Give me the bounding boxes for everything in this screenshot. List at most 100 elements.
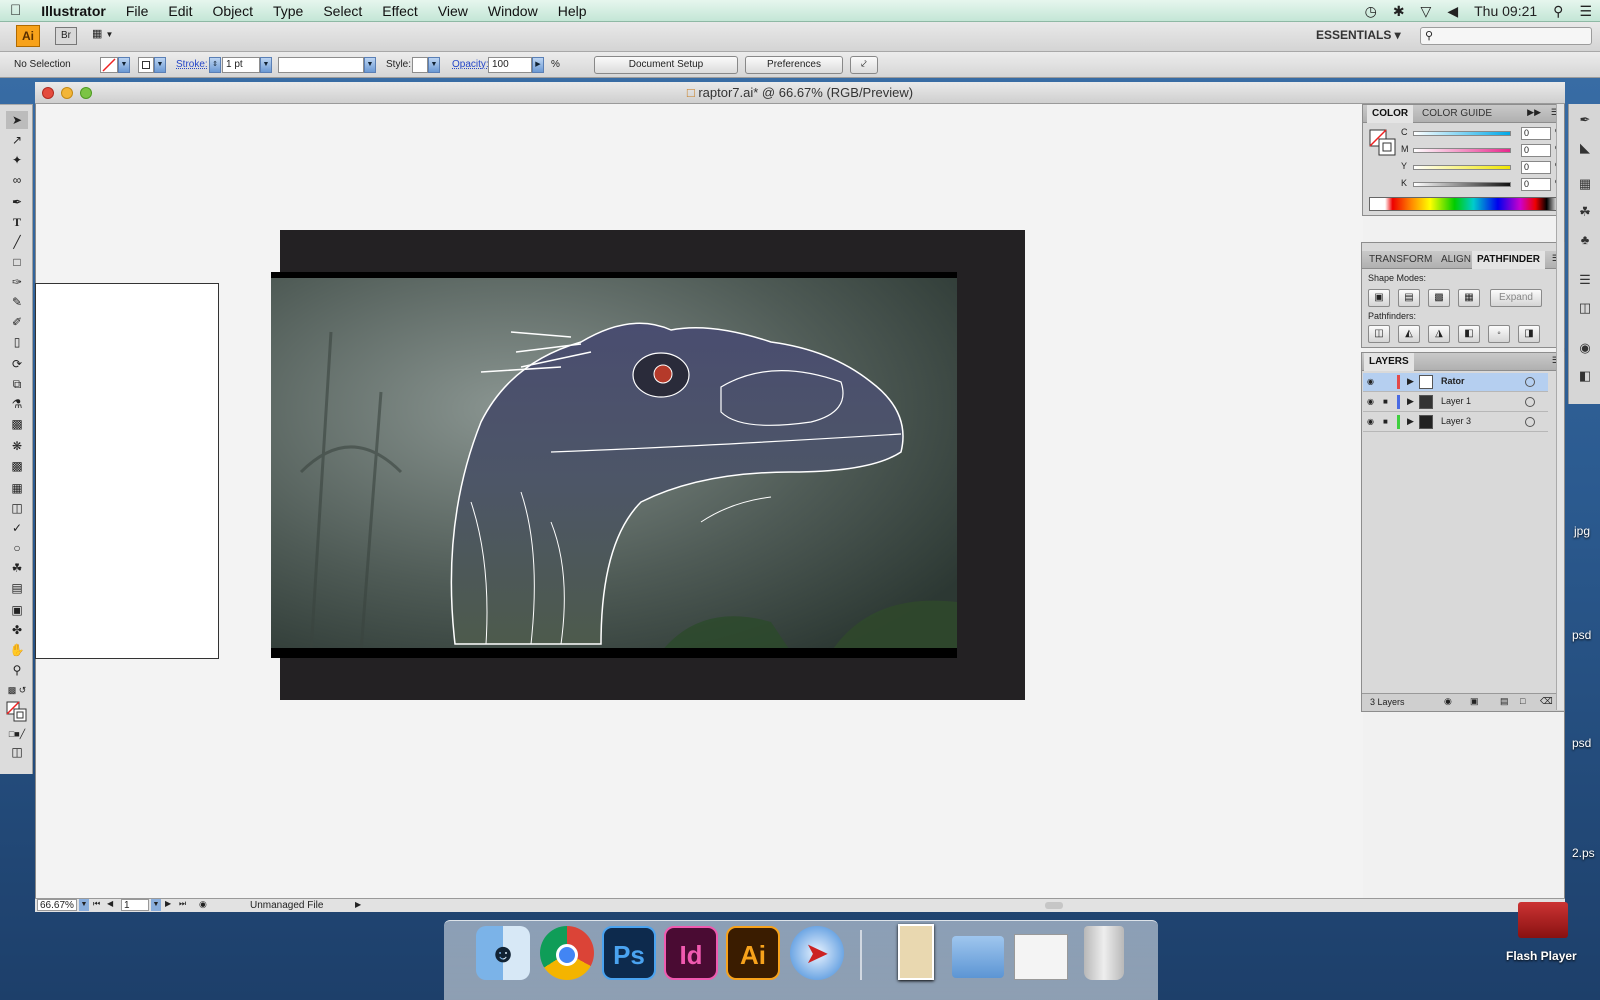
magenta-slider-row[interactable]: M 0 % [1401, 144, 1563, 158]
pencil-tool-icon[interactable]: ✎ [6, 293, 28, 311]
mesh-tool-icon[interactable]: ▦ [6, 479, 28, 497]
photoshop-dock-icon[interactable]: Ps [602, 926, 656, 980]
tab-align[interactable]: ALIGN [1436, 251, 1476, 269]
swatches-icon[interactable]: ▦ [1575, 174, 1595, 194]
menu-view[interactable]: View [428, 3, 478, 19]
default-fill-stroke-icon[interactable]: ▩ ↺ [6, 681, 28, 699]
make-clipping-mask-icon[interactable]: ▣ [1470, 696, 1479, 707]
line-tool-icon[interactable]: ╱ [6, 233, 28, 251]
menu-window[interactable]: Window [478, 3, 548, 19]
help-search-input[interactable]: ⚲ [1420, 27, 1592, 45]
last-artboard-icon[interactable]: ⏭ [179, 899, 186, 909]
stroke-swatch-dropdown[interactable]: ▼ [154, 57, 166, 73]
desktop-file-label[interactable]: psd [1572, 736, 1591, 750]
tab-color-guide[interactable]: COLOR GUIDE [1417, 105, 1497, 123]
desktop-file-label[interactable]: 2.ps [1572, 846, 1595, 860]
yellow-slider[interactable] [1413, 165, 1511, 170]
exclude-button[interactable]: ▦ [1458, 289, 1480, 307]
stroke-weight-dropdown[interactable]: ▼ [260, 57, 272, 73]
opacity-input[interactable]: 100 [488, 57, 532, 73]
slice-tool-icon[interactable]: ✤ [6, 621, 28, 639]
image-file-dock-icon[interactable] [898, 924, 934, 980]
menu-help[interactable]: Help [548, 3, 597, 19]
blend-tool-icon[interactable]: ○ [6, 539, 28, 557]
cyan-slider[interactable] [1413, 131, 1511, 136]
free-transform-tool-icon[interactable]: ▩ [6, 415, 28, 433]
divide-button[interactable]: ◫ [1368, 325, 1390, 343]
live-paint-selection-tool-icon[interactable]: ▤ [6, 579, 28, 597]
spotlight-icon[interactable]: ⚲ [1553, 3, 1563, 20]
eraser-tool-icon[interactable]: ▯ [6, 333, 28, 351]
tab-transform[interactable]: TRANSFORM [1364, 251, 1437, 269]
artboard-options-icon[interactable]: ◉ [199, 899, 207, 910]
lock-icon[interactable]: ■ [1383, 397, 1393, 407]
lock-toggle[interactable] [1383, 377, 1393, 387]
volume-icon[interactable]: ◀ [1447, 3, 1458, 20]
layer-name[interactable]: Layer 3 [1441, 416, 1471, 426]
stroke-weight-stepper[interactable]: ⇕ [209, 57, 221, 73]
delete-layer-icon[interactable]: ⌫ [1540, 696, 1553, 707]
stroke-swatch[interactable] [138, 57, 154, 73]
notification-center-icon[interactable]: ☰ [1579, 3, 1592, 20]
variable-width-dropdown[interactable]: ▼ [364, 57, 376, 73]
unite-button[interactable]: ▣ [1368, 289, 1390, 307]
close-window-button[interactable] [42, 87, 54, 99]
cyan-value-input[interactable]: 0 [1521, 127, 1551, 140]
eyedropper-tool-icon[interactable]: ✓ [6, 519, 28, 537]
trash-dock-icon[interactable] [1084, 926, 1124, 980]
desktop-file-label[interactable]: psd [1572, 628, 1591, 642]
stroke-label[interactable]: Stroke: [176, 57, 208, 73]
artboard-dropdown-icon[interactable]: ▼ [151, 899, 161, 911]
horizontal-scrollbar[interactable] [1045, 902, 1063, 909]
symbols-icon[interactable]: ☘ [1575, 202, 1595, 222]
previous-artboard-icon[interactable]: ◀ [107, 899, 113, 908]
menu-app-name[interactable]: Illustrator [31, 3, 116, 19]
yellow-slider-row[interactable]: Y 0 % [1401, 161, 1563, 175]
visibility-eye-icon[interactable]: ◉ [1367, 377, 1379, 387]
apple-icon[interactable]:  [0, 2, 31, 19]
gradient-tool-icon[interactable]: ◫ [6, 499, 28, 517]
black-slider[interactable] [1413, 182, 1511, 187]
black-value-input[interactable]: 0 [1521, 178, 1551, 191]
black-slider-row[interactable]: K 0 % [1401, 178, 1563, 192]
safari-dock-icon[interactable]: ➤ [790, 926, 844, 980]
layer-target-icon[interactable] [1525, 397, 1535, 407]
menu-select[interactable]: Select [313, 3, 372, 19]
yellow-value-input[interactable]: 0 [1521, 161, 1551, 174]
expand-button[interactable]: Expand [1490, 289, 1542, 307]
secondary-artboard[interactable] [35, 283, 219, 659]
document-stack-dock-icon[interactable] [1014, 934, 1068, 980]
layer-name[interactable]: Layer 1 [1441, 396, 1471, 406]
brush-library-icon[interactable]: ♣ [1575, 230, 1595, 250]
variable-width-profile-field[interactable] [278, 57, 364, 73]
magic-wand-tool-icon[interactable]: ✦ [6, 151, 28, 169]
appearance-panel-icon[interactable]: ◧ [1575, 366, 1595, 386]
expand-triangle-icon[interactable]: ▶ [1407, 376, 1414, 387]
layer-row-rator[interactable]: ◉ ▶ Rator [1363, 373, 1548, 392]
fill-swatch[interactable] [100, 57, 118, 73]
expand-triangle-icon[interactable]: ▶ [1407, 416, 1414, 427]
create-sublayer-icon[interactable]: ▤ [1500, 696, 1509, 707]
opacity-dropdown[interactable]: ▶ [532, 57, 544, 73]
menubar-clock[interactable]: Thu 09:21 [1474, 3, 1537, 19]
rotate-tool-icon[interactable]: ⟳ [6, 355, 28, 373]
next-artboard-icon[interactable]: ▶ [165, 899, 171, 908]
minus-back-button[interactable]: ◨ [1518, 325, 1540, 343]
tab-color[interactable]: COLOR [1367, 105, 1414, 123]
gradient-panel-icon[interactable]: ◫ [1575, 298, 1595, 318]
outline-button[interactable]: ◦ [1488, 325, 1510, 343]
visibility-eye-icon[interactable]: ◉ [1367, 417, 1379, 427]
wifi-icon[interactable]: ▽ [1421, 3, 1432, 20]
bluetooth-icon[interactable]: ✱ [1393, 3, 1405, 20]
zoom-dropdown-icon[interactable]: ▼ [79, 899, 89, 911]
artboard-number-field[interactable]: 1 [121, 899, 149, 911]
scale-tool-icon[interactable]: ⧉ [6, 375, 28, 393]
warp-tool-icon[interactable]: ⚗ [6, 395, 28, 413]
menu-object[interactable]: Object [203, 3, 263, 19]
live-paint-bucket-tool-icon[interactable]: ☘ [6, 559, 28, 577]
intersect-button[interactable]: ▩ [1428, 289, 1450, 307]
fill-dropdown[interactable]: ▼ [118, 57, 130, 73]
layer-row-layer-3[interactable]: ◉ ■ ▶ Layer 3 [1363, 413, 1548, 432]
chrome-dock-icon[interactable] [540, 926, 594, 980]
rectangle-tool-icon[interactable]: □ [6, 253, 28, 271]
